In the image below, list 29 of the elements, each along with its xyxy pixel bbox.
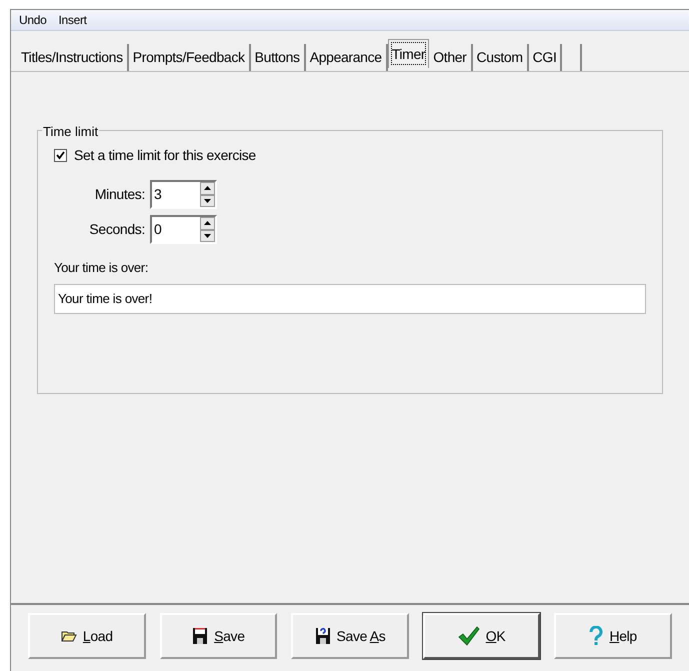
down-arrow-icon [204,234,211,238]
spin-down-button[interactable] [200,194,215,207]
toolbar-button[interactable]: Load [28,613,146,659]
checkbox[interactable] [54,149,67,162]
menu-item[interactable]: Undo [19,11,46,29]
up-arrow-icon [204,186,211,190]
spin-up-button[interactable] [200,217,215,230]
up-arrow-icon [204,221,211,226]
floppy-disk-question-icon [314,627,331,645]
message-label: Your time is over: [54,259,150,277]
tab[interactable]: Timer [388,39,430,68]
toolbar-button[interactable]: OK [422,613,540,659]
folder-icon [60,629,77,643]
message-field[interactable]: Your time is over! [54,284,646,314]
checkbox-label: Set a time limit for this exercise [74,146,256,165]
toolbar-button[interactable]: Help [554,613,672,659]
question-mark-icon [589,626,604,646]
spin-up-button[interactable] [200,182,215,194]
spinner-label: Minutes: [94,185,146,204]
spin-field[interactable]: 0 [150,215,217,244]
spinner-label: Seconds: [88,220,146,239]
check-icon [56,151,65,160]
checkmark-icon [458,626,480,646]
spin-down-button[interactable] [200,230,215,242]
spin-field[interactable]: 3 [150,180,217,209]
down-arrow-icon [204,198,211,203]
menu-item[interactable]: Insert [58,11,87,29]
toolbar-button[interactable]: Save [160,613,278,659]
toolbar-button[interactable]: Save As [291,613,409,659]
